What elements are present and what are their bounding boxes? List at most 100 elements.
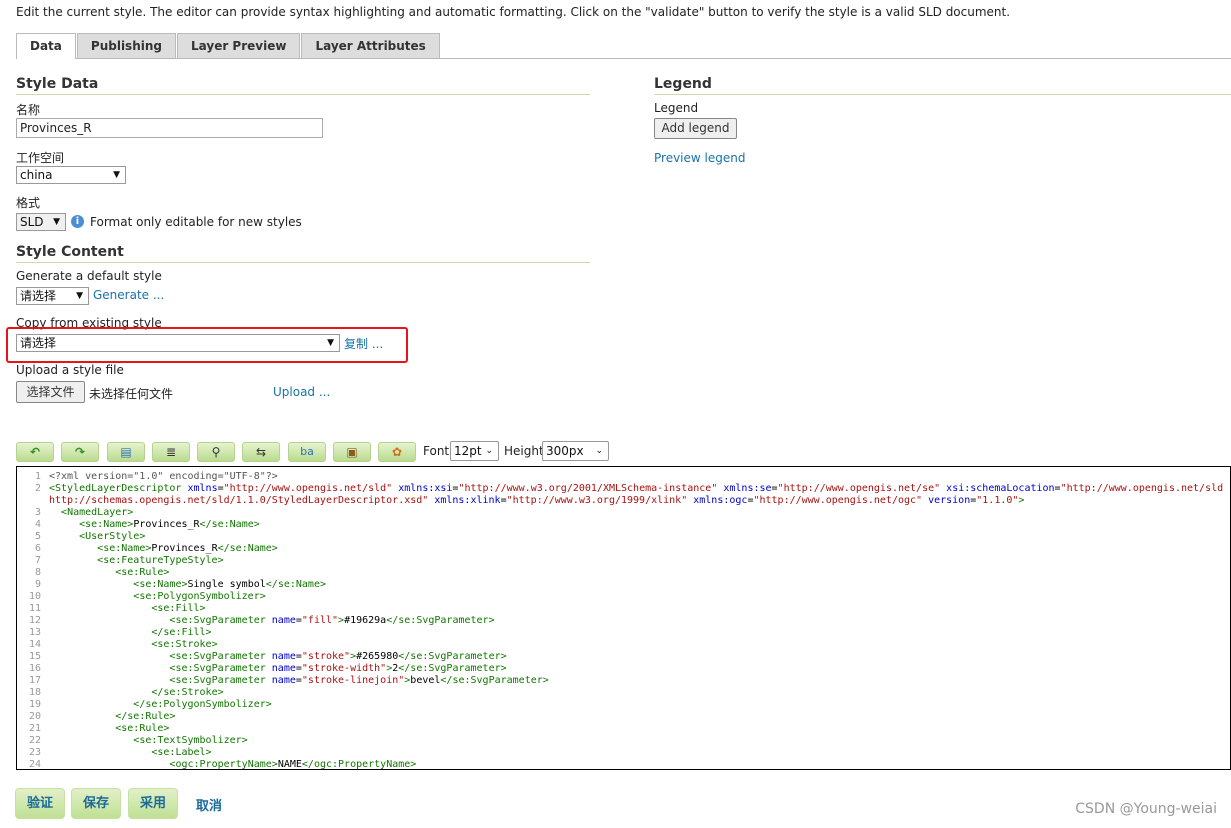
tab-publishing[interactable]: Publishing (76, 33, 176, 58)
code-text: <?xml version="1.0" encoding="UTF-8"?> (49, 471, 278, 482)
code-text: <se:Name>Single symbol</se:Name> (133, 579, 326, 590)
line-number: 9 (34, 579, 41, 590)
line-number: 14 (28, 639, 41, 650)
chevron-down-icon: ▼ (113, 170, 120, 180)
code-text: <StyledLayerDescriptor xmlns="http://www… (49, 483, 1230, 506)
code-line: 9 <se:Name>Single symbol</se:Name> (17, 579, 1230, 591)
generate-label: Generate a default style (16, 269, 162, 283)
save-button[interactable]: 保存 (71, 788, 121, 819)
upload-label: Upload a style file (16, 363, 124, 377)
line-number: 11 (28, 603, 41, 614)
workspace-value: china (20, 168, 53, 182)
undo-icon[interactable]: ↶ (16, 442, 54, 462)
code-line: 20 </se:Rule> (17, 711, 1230, 723)
code-text: <se:SvgParameter name="fill">#19629a</se… (169, 615, 495, 626)
code-text: <se:SvgParameter name="stroke-width">2</… (169, 663, 507, 674)
tab-layer-preview[interactable]: Layer Preview (177, 33, 301, 58)
code-text: <NamedLayer> (61, 507, 134, 518)
code-line: 16 <se:SvgParameter name="stroke-width">… (17, 663, 1230, 675)
code-line: 10 <se:PolygonSymbolizer> (17, 591, 1230, 603)
code-text: <se:Rule> (115, 723, 170, 734)
name-input[interactable]: Provinces_R (16, 118, 323, 138)
code-line: 6 <se:Name>Provinces_R</se:Name> (17, 543, 1230, 555)
copy-link[interactable]: 复制 ... (344, 335, 383, 352)
font-label: Font (423, 444, 450, 458)
code-line: 3 <NamedLayer> (17, 507, 1230, 519)
code-line: 12 <se:SvgParameter name="fill">#19629a<… (17, 615, 1230, 627)
workspace-label: 工作空间 (16, 151, 65, 165)
code-line: 4 <se:Name>Provinces_R</se:Name> (17, 519, 1230, 531)
line-number: 23 (28, 747, 41, 758)
code-text: <se:SvgParameter name="stroke">#265980</… (169, 651, 507, 662)
line-number: 7 (34, 555, 41, 566)
workspace-select[interactable]: china ▼ (16, 166, 126, 184)
image-icon[interactable]: ▣ (333, 442, 371, 462)
code-line: 5 <UserStyle> (17, 531, 1230, 543)
upload-link[interactable]: Upload ... (273, 385, 330, 399)
height-select[interactable]: 300px ⌄ (542, 441, 609, 461)
code-line: 24 <ogc:PropertyName>NAME</ogc:PropertyN… (17, 759, 1230, 770)
code-line: 2 <StyledLayerDescriptor xmlns="http://ww… (17, 483, 1230, 507)
format-select[interactable]: SLD ▼ (16, 213, 66, 231)
code-text: <se:Stroke> (151, 639, 218, 650)
code-text: <se:Label> (151, 747, 212, 758)
toggle-highlight-icon[interactable]: ba (288, 442, 326, 462)
goto-line-icon[interactable]: ▤ (107, 442, 145, 462)
validate-button[interactable]: 验证 (15, 788, 65, 819)
generate-link[interactable]: Generate ... (93, 288, 164, 302)
code-text: </se:Fill> (151, 627, 212, 638)
reindent-icon[interactable]: ≣ (152, 442, 190, 462)
code-line: 11 <se:Fill> (17, 603, 1230, 615)
tab-layer-attributes[interactable]: Layer Attributes (301, 33, 440, 58)
code-line: 1 <?xml version="1.0" encoding="UTF-8"?> (17, 471, 1230, 483)
code-text: <ogc:PropertyName>NAME</ogc:PropertyName… (169, 759, 417, 770)
chevron-down-icon: ⌄ (595, 446, 603, 456)
generate-select[interactable]: 请选择 ▼ (16, 287, 89, 305)
choose-file-button[interactable]: 选择文件 (16, 381, 85, 403)
format-label: 格式 (16, 196, 41, 210)
code-text: <se:SvgParameter name="stroke-linejoin">… (169, 675, 549, 686)
style-data-heading: Style Data (16, 76, 590, 95)
redo-icon[interactable]: ↷ (61, 442, 99, 462)
code-line: 22 <se:TextSymbolizer> (17, 735, 1230, 747)
code-text: </se:PolygonSymbolizer> (133, 699, 272, 710)
line-number: 10 (28, 591, 41, 602)
code-line: 13 </se:Fill> (17, 627, 1230, 639)
code-line: 14 <se:Stroke> (17, 639, 1230, 651)
code-text: <se:Name>Provinces_R</se:Name> (97, 543, 278, 554)
font-size-select[interactable]: 12pt ⌄ (450, 441, 499, 461)
preview-legend-link[interactable]: Preview legend (654, 151, 745, 165)
line-number: 15 (28, 651, 41, 662)
find-icon[interactable]: ⚲ (197, 442, 235, 462)
line-number: 1 (34, 471, 41, 482)
line-number: 4 (34, 519, 41, 530)
cancel-link[interactable]: 取消 (196, 795, 222, 814)
code-line: 19 </se:PolygonSymbolizer> (17, 699, 1230, 711)
code-editor[interactable]: 1 <?xml version="1.0" encoding="UTF-8"?> 2… (16, 466, 1231, 770)
apply-button[interactable]: 采用 (128, 788, 178, 819)
code-text: <se:FeatureTypeStyle> (97, 555, 224, 566)
code-line: 17 <se:SvgParameter name="stroke-linejoi… (17, 675, 1230, 687)
find-replace-icon[interactable]: ⇆ (242, 442, 280, 462)
generate-value: 请选择 (20, 289, 57, 303)
copy-style-select[interactable]: 请选择 ▼ (16, 334, 340, 352)
line-number: 6 (34, 543, 41, 554)
code-text: </se:Rule> (115, 711, 176, 722)
no-file-text: 未选择任何文件 (89, 387, 174, 401)
line-number: 19 (28, 699, 41, 710)
watermark: CSDN @Young-weiai (1075, 801, 1217, 817)
line-number: 18 (28, 687, 41, 698)
line-number: 24 (28, 759, 41, 770)
color-picker-icon[interactable]: ✿ (378, 442, 416, 462)
add-legend-button[interactable]: Add legend (654, 118, 737, 139)
tab-data[interactable]: Data (16, 33, 76, 59)
code-text: <se:Rule> (115, 567, 170, 578)
code-line: 15 <se:SvgParameter name="stroke">#26598… (17, 651, 1230, 663)
chevron-down-icon: ▼ (327, 338, 334, 348)
chevron-down-icon: ▼ (53, 217, 60, 227)
code-text: <UserStyle> (79, 531, 146, 542)
height-label: Height (504, 444, 544, 458)
format-note: Format only editable for new styles (90, 215, 302, 229)
code-line: 23 <se:Label> (17, 747, 1230, 759)
line-number: 5 (34, 531, 41, 542)
